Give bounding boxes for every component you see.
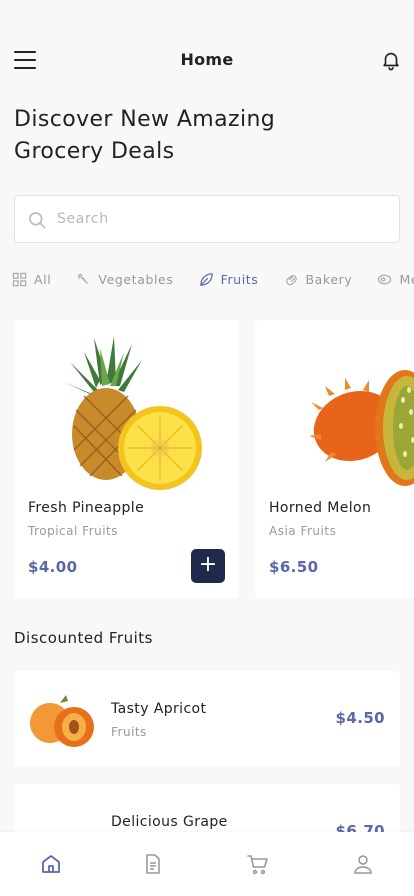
add-to-cart-button[interactable]: + bbox=[191, 549, 225, 583]
grid-icon bbox=[12, 272, 27, 287]
headline-line-2: Grocery Deals bbox=[14, 139, 175, 164]
category-label: Vegetables bbox=[98, 272, 174, 287]
product-price: $4.00 bbox=[28, 558, 78, 576]
headline: Discover New Amazing Grocery Deals bbox=[14, 104, 394, 168]
item-category: Fruits bbox=[111, 725, 147, 739]
apricot-image bbox=[30, 695, 94, 747]
search-icon bbox=[29, 212, 46, 229]
category-meat[interactable]: Mea bbox=[377, 272, 414, 287]
carrot-icon bbox=[78, 273, 89, 284]
home-icon[interactable] bbox=[39, 852, 63, 876]
category-bakery[interactable]: Bakery bbox=[284, 272, 353, 287]
leaf-icon bbox=[199, 273, 213, 286]
product-card[interactable]: Horned Melon Asia Fruits $6.50 bbox=[255, 320, 414, 598]
category-all[interactable]: All bbox=[12, 272, 51, 287]
product-category: Asia Fruits bbox=[269, 524, 337, 538]
document-icon[interactable] bbox=[141, 852, 165, 876]
item-name: Delicious Grape bbox=[111, 814, 228, 830]
product-card[interactable]: Fresh Pineapple Tropical Fruits $4.00 + bbox=[14, 320, 239, 598]
item-price: $4.50 bbox=[335, 709, 385, 727]
category-label: Mea bbox=[399, 272, 414, 287]
category-tabs: All Vegetables Fruits Bakery Mea bbox=[12, 272, 414, 292]
search-box[interactable] bbox=[14, 195, 400, 243]
product-name: Horned Melon bbox=[269, 500, 372, 516]
horned-melon-image bbox=[309, 370, 414, 486]
cart-icon[interactable] bbox=[246, 852, 270, 876]
category-label: All bbox=[34, 272, 52, 287]
category-label: Bakery bbox=[305, 272, 353, 287]
category-label: Fruits bbox=[220, 272, 259, 287]
product-price: $6.50 bbox=[269, 558, 319, 576]
category-vegetables[interactable]: Vegetables bbox=[76, 272, 173, 287]
headline-line-1: Discover New Amazing bbox=[14, 107, 276, 132]
search-input[interactable] bbox=[57, 196, 387, 242]
list-item[interactable]: Tasty Apricot Fruits $4.50 bbox=[14, 671, 400, 767]
category-fruits[interactable]: Fruits bbox=[199, 272, 259, 287]
pineapple-image bbox=[64, 336, 202, 490]
meat-icon bbox=[378, 274, 392, 285]
product-category: Tropical Fruits bbox=[28, 524, 118, 538]
product-carousel: Fresh Pineapple Tropical Fruits $4.00 + … bbox=[14, 320, 414, 598]
item-name: Tasty Apricot bbox=[111, 701, 207, 717]
bell-icon[interactable] bbox=[380, 49, 402, 71]
top-bar: Home bbox=[0, 40, 414, 80]
profile-icon[interactable] bbox=[351, 852, 375, 876]
bread-icon bbox=[285, 275, 297, 286]
section-title: Discounted Fruits bbox=[14, 629, 153, 647]
product-name: Fresh Pineapple bbox=[28, 500, 145, 516]
page-title: Home bbox=[180, 50, 234, 69]
bottom-nav bbox=[0, 832, 414, 896]
